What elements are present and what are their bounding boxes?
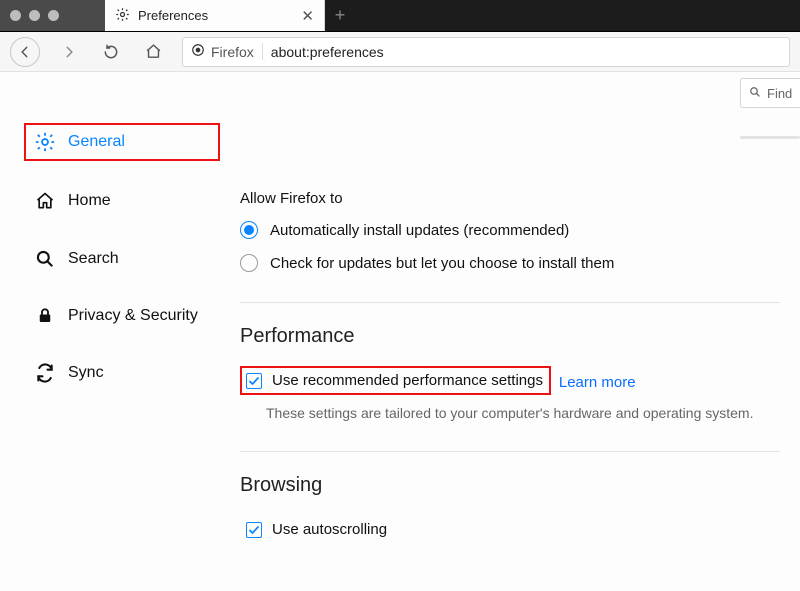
- sidebar-item-label: Privacy & Security: [68, 307, 198, 325]
- back-button[interactable]: [10, 37, 40, 67]
- checkbox-label: Use autoscrolling: [272, 521, 387, 538]
- window-minimize-dot[interactable]: [29, 10, 40, 21]
- window-zoom-dot[interactable]: [48, 10, 59, 21]
- updates-intro: Allow Firefox to: [240, 190, 780, 207]
- find-in-preferences[interactable]: Find: [740, 78, 800, 108]
- search-icon: [34, 249, 56, 269]
- checkbox-icon: [246, 522, 262, 538]
- sidebar-item-label: Sync: [68, 364, 104, 382]
- content-area: Find Allow Firefox to Automatically inst…: [240, 72, 800, 591]
- checkbox-recommended-performance[interactable]: Use recommended performance settings: [240, 366, 551, 395]
- home-icon: [34, 191, 56, 211]
- radio-label: Check for updates but let you choose to …: [270, 255, 614, 272]
- identity-box[interactable]: Firefox: [191, 43, 263, 60]
- find-placeholder: Find: [767, 86, 792, 101]
- checkbox-autoscrolling[interactable]: Use autoscrolling: [240, 515, 395, 544]
- new-tab-button[interactable]: +: [325, 0, 355, 31]
- close-tab-icon[interactable]: ✕: [301, 7, 314, 25]
- category-sidebar: General Home Search Privacy & Security S: [0, 72, 240, 591]
- sidebar-item-general[interactable]: General: [24, 123, 220, 161]
- radio-icon: [240, 221, 258, 239]
- sidebar-item-privacy[interactable]: Privacy & Security: [24, 299, 220, 333]
- sync-icon: [34, 363, 56, 383]
- nav-toolbar: Firefox about:preferences: [0, 32, 800, 72]
- radio-label: Automatically install updates (recommend…: [270, 222, 569, 239]
- window-controls: [0, 0, 105, 31]
- sidebar-item-search[interactable]: Search: [24, 241, 220, 277]
- browsing-section: Browsing Use autoscrolling: [240, 451, 780, 544]
- search-icon: [749, 86, 761, 101]
- performance-help-text: These settings are tailored to your comp…: [240, 405, 780, 421]
- sidebar-item-label: Search: [68, 250, 119, 268]
- learn-more-link[interactable]: Learn more: [559, 374, 636, 391]
- sidebar-item-home[interactable]: Home: [24, 183, 220, 219]
- gear-icon: [34, 131, 56, 153]
- tab-strip: Preferences ✕ +: [0, 0, 800, 32]
- lock-icon: [34, 307, 56, 325]
- forward-button[interactable]: [56, 39, 82, 65]
- gear-icon: [115, 7, 130, 25]
- browser-tab-preferences[interactable]: Preferences ✕: [105, 0, 325, 31]
- sidebar-item-sync[interactable]: Sync: [24, 355, 220, 391]
- identity-label: Firefox: [211, 44, 254, 60]
- url-text: about:preferences: [271, 44, 384, 60]
- checkbox-icon: [246, 373, 262, 389]
- radio-check-update[interactable]: Check for updates but let you choose to …: [240, 254, 780, 272]
- section-heading: Performance: [240, 325, 780, 348]
- radio-icon: [240, 254, 258, 272]
- sidebar-item-label: Home: [68, 192, 111, 210]
- url-bar[interactable]: Firefox about:preferences: [182, 37, 790, 67]
- window-close-dot[interactable]: [10, 10, 21, 21]
- performance-section: Performance Use recommended performance …: [240, 302, 780, 421]
- tab-title: Preferences: [138, 8, 208, 23]
- preferences-page: General Home Search Privacy & Security S: [0, 72, 800, 591]
- radio-auto-update[interactable]: Automatically install updates (recommend…: [240, 221, 780, 239]
- divider: [740, 136, 800, 139]
- firefox-icon: [191, 43, 205, 60]
- checkbox-label: Use recommended performance settings: [272, 372, 543, 389]
- section-heading: Browsing: [240, 474, 780, 497]
- reload-button[interactable]: [98, 39, 124, 65]
- home-button[interactable]: [140, 39, 166, 65]
- sidebar-item-label: General: [68, 133, 125, 151]
